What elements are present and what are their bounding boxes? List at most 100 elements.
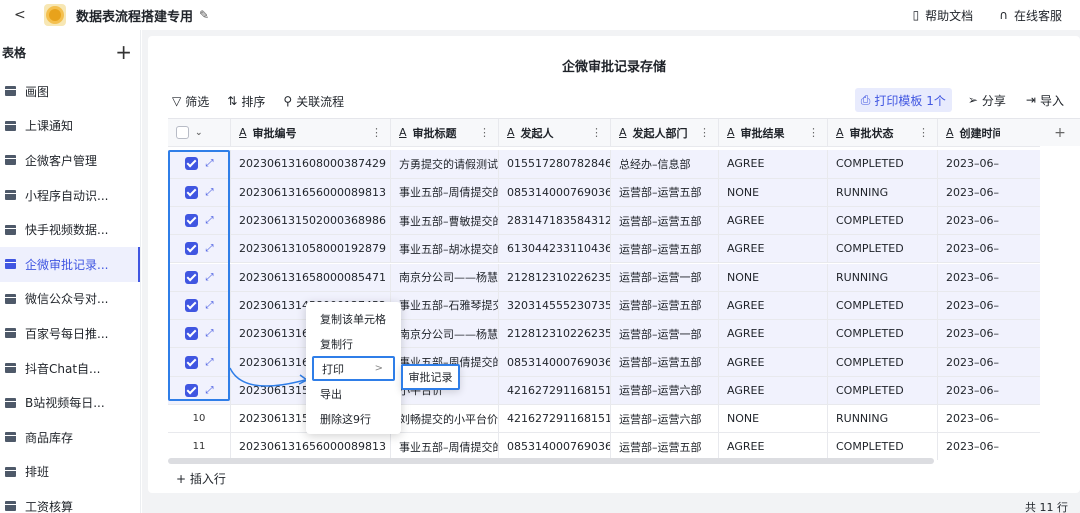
row-number-cell[interactable]: 11 [168, 433, 231, 460]
add-column-button[interactable]: + [1040, 118, 1080, 146]
table-cell[interactable]: 南京分公司——杨慧 [391, 263, 499, 291]
table-cell[interactable]: AGREE [719, 348, 828, 376]
table-cell[interactable]: 202306131658000085471 [231, 263, 391, 291]
table-cell[interactable]: AGREE [719, 235, 828, 263]
table-cell[interactable]: AGREE [719, 433, 828, 460]
table-cell[interactable]: AGREE [719, 206, 828, 235]
table-cell[interactable]: 0853140007690369 [499, 178, 611, 206]
expand-row-icon[interactable]: ⤢ [206, 272, 214, 283]
select-all-checkbox[interactable] [176, 126, 189, 140]
table-cell[interactable]: 运营部–运营一部 [611, 320, 719, 348]
table-cell[interactable]: 202306131502000368986 [231, 206, 391, 235]
table-cell[interactable]: 202306131656000089813 [231, 433, 391, 460]
table-cell[interactable]: 事业五部–曹敏提交的 [391, 206, 499, 235]
table-cell[interactable]: COMPLETED [828, 206, 938, 235]
sidebar-item[interactable]: 百家号每日推... [0, 316, 140, 351]
column-header[interactable]: A 审批结果 ⋮ [719, 119, 828, 147]
expand-row-icon[interactable]: ⤢ [206, 243, 214, 254]
sidebar-item[interactable]: 排班 [0, 455, 140, 490]
column-header[interactable]: A 发起人 ⋮ [499, 119, 611, 147]
table-row[interactable]: ⤢ 20230613165 事业五部–周倩提交的 0853140007690369 运营… [168, 348, 1040, 377]
table-cell[interactable]: 4216272911681517 [499, 405, 611, 433]
row-select-cell[interactable]: ⤢ [168, 178, 231, 206]
table-cell[interactable]: 2023–06–13 16:08 [938, 150, 1000, 177]
table-cell[interactable]: COMPLETED [828, 320, 938, 348]
table-cell[interactable]: 202306131608000387429 [231, 150, 391, 178]
row-checkbox[interactable] [184, 185, 198, 199]
row-checkbox[interactable] [184, 214, 198, 228]
import-button[interactable]: ⇥ 导入 [1022, 88, 1068, 112]
table-row[interactable]: ⤢ 202306131656000089813 事业五部–周倩提交的 08531400… [168, 178, 1040, 207]
online-service-link[interactable]: ∩ 在线客服 [999, 7, 1062, 24]
filter-button[interactable]: ▽ 筛选 [172, 93, 209, 110]
row-select-cell[interactable]: ⤢ [168, 291, 231, 320]
sidebar-item[interactable]: 抖音Chat自... [0, 351, 140, 386]
table-cell[interactable]: 2023–06–13 16:58 [938, 264, 1000, 291]
table-cell[interactable]: NONE [719, 405, 828, 433]
row-select-cell[interactable]: ⤢ [168, 263, 231, 291]
table-cell[interactable]: 2023–06–13 15:02 [938, 207, 1000, 234]
row-checkbox[interactable] [184, 383, 198, 397]
table-cell[interactable]: AGREE [719, 320, 828, 348]
table-cell[interactable]: RUNNING [828, 263, 938, 291]
sidebar-item[interactable]: 快手视频数据... [0, 212, 140, 247]
table-cell[interactable]: AGREE [719, 376, 828, 404]
table-cell[interactable]: 2023–06–13 16:56 [938, 348, 1000, 375]
column-menu-icon[interactable]: ⋮ [808, 126, 819, 139]
table-cell[interactable]: COMPLETED [828, 291, 938, 320]
table-row[interactable]: ⤢202306131458000127452事业五部–石雅琴提交32031455… [168, 291, 1040, 321]
sidebar-item[interactable]: 商品库存 [0, 420, 140, 455]
table-cell[interactable]: 2128123102262357 [499, 320, 611, 348]
table-cell[interactable]: 2023–06–13 15:44 [938, 405, 1000, 432]
expand-row-icon[interactable]: ⤢ [206, 328, 214, 339]
context-menu-item[interactable]: 复制该单元格 [306, 306, 401, 331]
expand-row-icon[interactable]: ⤢ [206, 187, 214, 198]
row-select-cell[interactable]: ⤢ [168, 235, 231, 263]
table-cell[interactable]: 6130442331104369 [499, 235, 611, 263]
table-cell[interactable]: 刘畅提交的小平台价 [391, 405, 499, 433]
expand-row-icon[interactable]: ⤢ [206, 215, 214, 226]
table-cell[interactable]: COMPLETED [828, 376, 938, 404]
table-row[interactable]: ⤢ 202306131608000387429 方勇提交的请假测试 015517280… [168, 150, 1040, 179]
edit-title-icon[interactable]: ✎ [199, 8, 209, 22]
column-header[interactable]: A创建时间⋮ [938, 119, 1000, 146]
column-menu-icon[interactable]: ⋮ [591, 126, 602, 139]
table-cell[interactable]: 2128123102262357 [499, 263, 611, 291]
sidebar-item[interactable]: 企微审批记录... [0, 246, 140, 282]
sidebar-item[interactable]: 小程序自动识... [0, 178, 140, 213]
table-cell[interactable]: 0155172807828462 [499, 150, 611, 178]
select-all-cell[interactable]: ⌄ [168, 119, 231, 147]
table-row[interactable]: ⤢ 20230613165 南京分公司——杨慧 2128123102262357 运营部… [168, 320, 1040, 349]
expand-row-icon[interactable]: ⤢ [206, 357, 214, 368]
back-icon[interactable]: < [14, 7, 32, 23]
table-cell[interactable]: 方勇提交的请假测试 [391, 150, 499, 178]
insert-row-button[interactable]: + 插入行 [176, 470, 226, 487]
table-cell[interactable]: 202306131058000192879 [231, 235, 391, 263]
table-cell[interactable]: 运营部–运营五部 [611, 235, 719, 263]
expand-row-icon[interactable]: ⤢ [206, 385, 214, 396]
column-header[interactable]: A 审批编号 ⋮ [231, 119, 391, 147]
table-cell[interactable]: 事业五部–石雅琴提交 [391, 291, 499, 320]
table-cell[interactable]: 事业五部–胡冰提交的 [391, 235, 499, 263]
table-cell[interactable]: AGREE [719, 291, 828, 320]
expand-row-icon[interactable]: ⤢ [206, 300, 214, 311]
horizontal-scrollbar[interactable] [168, 458, 934, 464]
row-select-cell[interactable]: ⤢ [168, 206, 231, 235]
context-menu-item[interactable]: 打印 > [312, 356, 395, 381]
row-number-cell[interactable]: 10 [168, 405, 231, 433]
sidebar-item[interactable]: 微信公众号对... [0, 282, 140, 317]
table-cell[interactable]: 南京分公司——杨慧 [391, 320, 499, 348]
table-cell[interactable]: 2023–06–13 16:58 [938, 320, 1000, 347]
table-row[interactable]: ⤢ 202306131502000368986 事业五部–曹敏提交的 28314718… [168, 206, 1040, 236]
table-cell[interactable]: 202306131656000089813 [231, 178, 391, 206]
column-header[interactable]: A 审批状态 ⋮ [828, 119, 938, 147]
table-cell[interactable]: COMPLETED [828, 348, 938, 376]
context-menu-item[interactable]: 删除这9行 [306, 406, 401, 431]
table-cell[interactable]: COMPLETED [828, 150, 938, 178]
table-cell[interactable]: RUNNING [828, 178, 938, 206]
row-select-cell[interactable]: ⤢ [168, 150, 231, 178]
link-flow-button[interactable]: ⚲ 关联流程 [283, 93, 344, 110]
table-cell[interactable]: 运营部–运营五部 [611, 348, 719, 376]
table-cell[interactable]: 总经办–信息部 [611, 150, 719, 178]
column-menu-icon[interactable]: ⋮ [371, 126, 382, 139]
